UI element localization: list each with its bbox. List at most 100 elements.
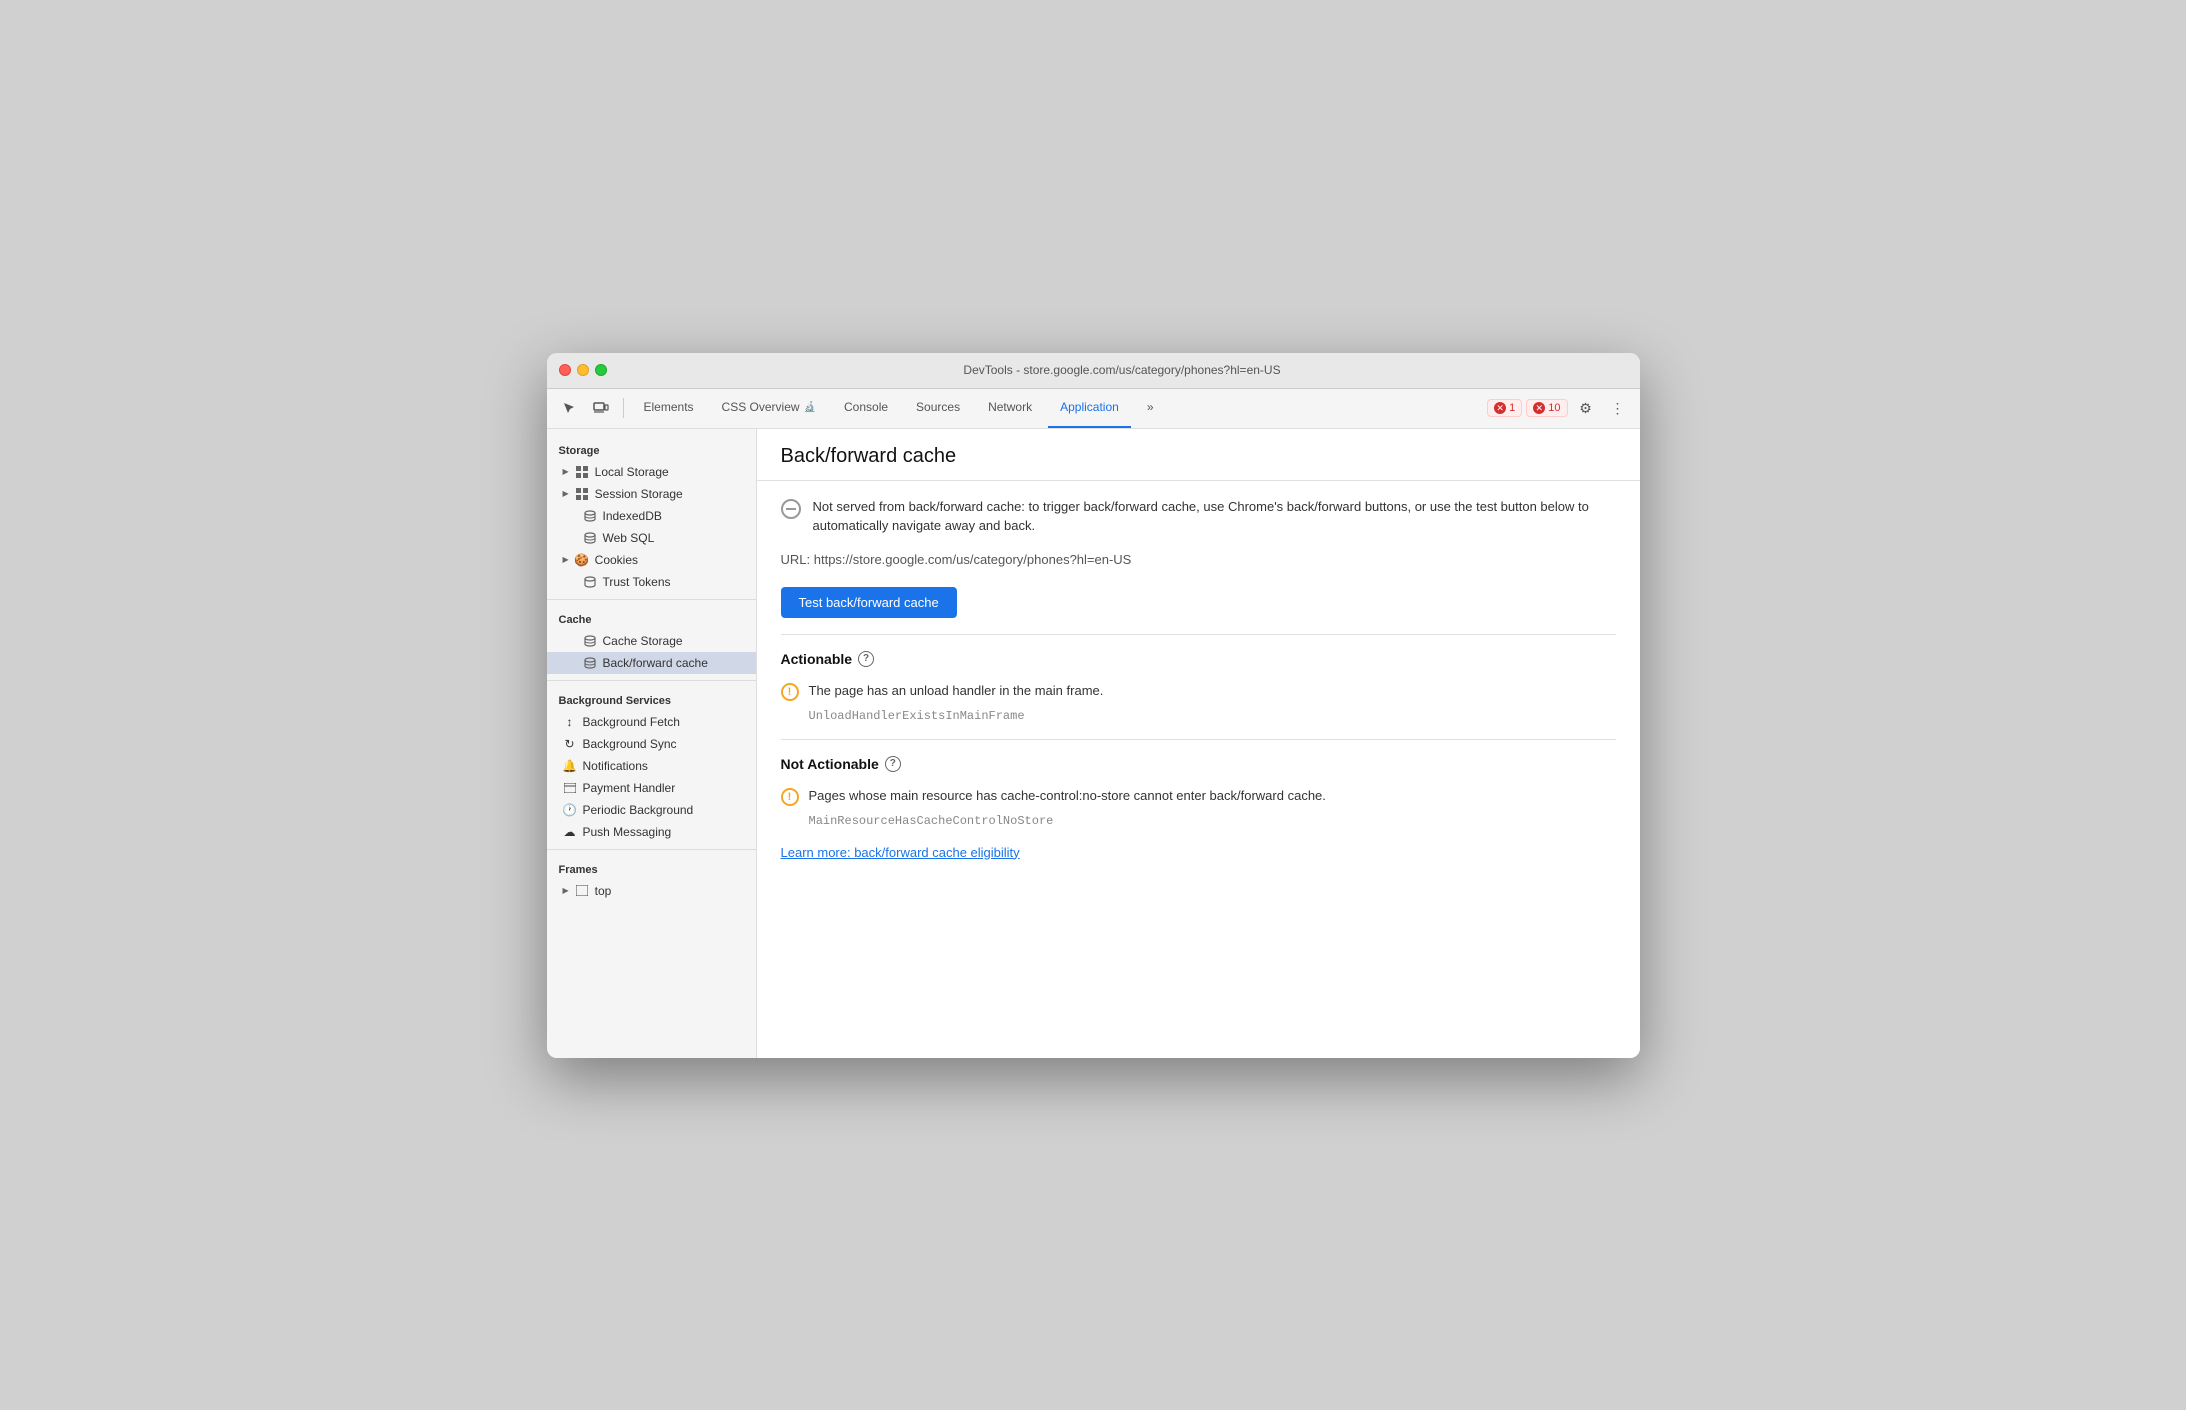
periodic-bg-label: Periodic Background [583,803,694,817]
cursor-icon[interactable] [555,394,583,422]
devtools-window: DevTools - store.google.com/us/category/… [547,353,1640,1058]
actionable-help-icon[interactable]: ? [858,651,874,667]
bg-section-header: Background Services [547,687,756,711]
sidebar-item-periodic-bg[interactable]: 🕐 Periodic Background [547,799,756,821]
page-title: Back/forward cache [757,429,1640,481]
sidebar-item-trust-tokens[interactable]: Trust Tokens [547,571,756,593]
not-actionable-help-icon[interactable]: ? [885,756,901,772]
learn-more-link[interactable]: Learn more: back/forward cache eligibili… [757,845,1044,880]
not-actionable-title: Not Actionable ? [781,756,1616,772]
toolbar-right: ✕ 1 ✕ 10 ⚙ ⋮ [1487,394,1631,422]
cookie-icon: 🍪 [575,553,589,567]
trust-tokens-label: Trust Tokens [603,575,671,589]
cache-section-header: Cache [547,606,756,630]
minimize-button[interactable] [577,364,589,376]
frames-top-label: top [595,884,612,898]
cloud-icon: ☁ [563,825,577,839]
traffic-lights [559,364,607,376]
no-entry-icon [781,499,801,519]
session-storage-label: Session Storage [595,487,683,501]
url-value: https://store.google.com/us/category/pho… [814,552,1132,567]
indexeddb-label: IndexedDB [603,509,662,523]
cookies-label: Cookies [595,553,638,567]
push-label: Push Messaging [583,825,672,839]
storage-section-header: Storage [547,437,756,461]
test-button[interactable]: Test back/forward cache [781,587,957,618]
local-storage-label: Local Storage [595,465,669,479]
warning-icon: ! [781,683,799,701]
sidebar-item-cookies[interactable]: ▶ 🍪 Cookies [547,549,756,571]
warning-icon: ! [781,788,799,806]
bg-sync-label: Background Sync [583,737,677,751]
db-icon [583,575,597,589]
info-banner: Not served from back/forward cache: to t… [781,497,1616,536]
payment-icon [563,781,577,795]
cache-storage-label: Cache Storage [603,634,683,648]
chevron-icon: ▶ [563,467,569,476]
tab-application[interactable]: Application [1048,388,1131,428]
tab-more[interactable]: » [1135,388,1166,428]
db-icon [583,634,597,648]
grid-icon [575,465,589,479]
notifications-label: Notifications [583,759,648,773]
titlebar: DevTools - store.google.com/us/category/… [547,353,1640,389]
actionable-section: Actionable ? ! The page has an unload ha… [757,635,1640,739]
clock-icon: 🕐 [563,803,577,817]
warning-badge[interactable]: ✕ 10 [1526,399,1567,417]
device-icon[interactable] [587,394,615,422]
sidebar-item-push[interactable]: ☁ Push Messaging [547,821,756,843]
not-actionable-issue-code: MainResourceHasCacheControlNoStore [781,814,1616,828]
bell-icon: 🔔 [563,759,577,773]
close-button[interactable] [559,364,571,376]
sidebar-item-bg-sync[interactable]: ↻ Background Sync [547,733,756,755]
sidebar-divider-1 [547,599,756,600]
warning-icon: ✕ [1533,402,1545,414]
error-icon: ✕ [1494,402,1506,414]
sidebar-item-payment[interactable]: Payment Handler [547,777,756,799]
chevron-icon: ▶ [563,555,569,564]
toolbar: Elements CSS Overview 🔬 Console Sources … [547,389,1640,429]
websql-label: Web SQL [603,531,655,545]
actionable-issue-row: ! The page has an unload handler in the … [781,681,1616,701]
sidebar-divider-3 [547,849,756,850]
sidebar-item-indexeddb[interactable]: IndexedDB [547,505,756,527]
main-area: Storage ▶ Local Storage ▶ Session Storag… [547,429,1640,1058]
sidebar-item-bfcache[interactable]: Back/forward cache [547,652,756,674]
content-panel: Back/forward cache Not served from back/… [757,429,1640,1058]
db-icon [583,656,597,670]
info-text: Not served from back/forward cache: to t… [813,497,1616,536]
sidebar-divider-2 [547,680,756,681]
window-title: DevTools - store.google.com/us/category/… [617,363,1628,377]
tab-sources[interactable]: Sources [904,388,972,428]
tab-css-overview[interactable]: CSS Overview 🔬 [710,388,828,428]
toolbar-divider-1 [623,398,624,418]
actionable-issue-text: The page has an unload handler in the ma… [809,681,1104,701]
sidebar: Storage ▶ Local Storage ▶ Session Storag… [547,429,757,1058]
actionable-title: Actionable ? [781,651,1616,667]
url-row: URL: https://store.google.com/us/categor… [757,552,1640,579]
actionable-issue-code: UnloadHandlerExistsInMainFrame [781,709,1616,723]
tab-console[interactable]: Console [832,388,900,428]
frame-icon [575,884,589,898]
not-actionable-issue-text: Pages whose main resource has cache-cont… [809,786,1326,806]
sidebar-item-session-storage[interactable]: ▶ Session Storage [547,483,756,505]
sync-icon: ↻ [563,737,577,751]
arrows-icon: ↕ [563,715,577,729]
frames-section-header: Frames [547,856,756,880]
sidebar-item-bg-fetch[interactable]: ↕ Background Fetch [547,711,756,733]
error-badge[interactable]: ✕ 1 [1487,399,1522,417]
sidebar-item-notifications[interactable]: 🔔 Notifications [547,755,756,777]
sidebar-item-local-storage[interactable]: ▶ Local Storage [547,461,756,483]
more-icon[interactable]: ⋮ [1604,394,1632,422]
maximize-button[interactable] [595,364,607,376]
sidebar-item-websql[interactable]: Web SQL [547,527,756,549]
chevron-icon: ▶ [563,886,569,895]
grid-icon [575,487,589,501]
payment-label: Payment Handler [583,781,676,795]
tab-elements[interactable]: Elements [632,388,706,428]
sidebar-item-cache-storage[interactable]: Cache Storage [547,630,756,652]
tab-network[interactable]: Network [976,388,1044,428]
error-count: 1 [1509,402,1515,414]
sidebar-item-frames-top[interactable]: ▶ top [547,880,756,902]
settings-icon[interactable]: ⚙ [1572,394,1600,422]
